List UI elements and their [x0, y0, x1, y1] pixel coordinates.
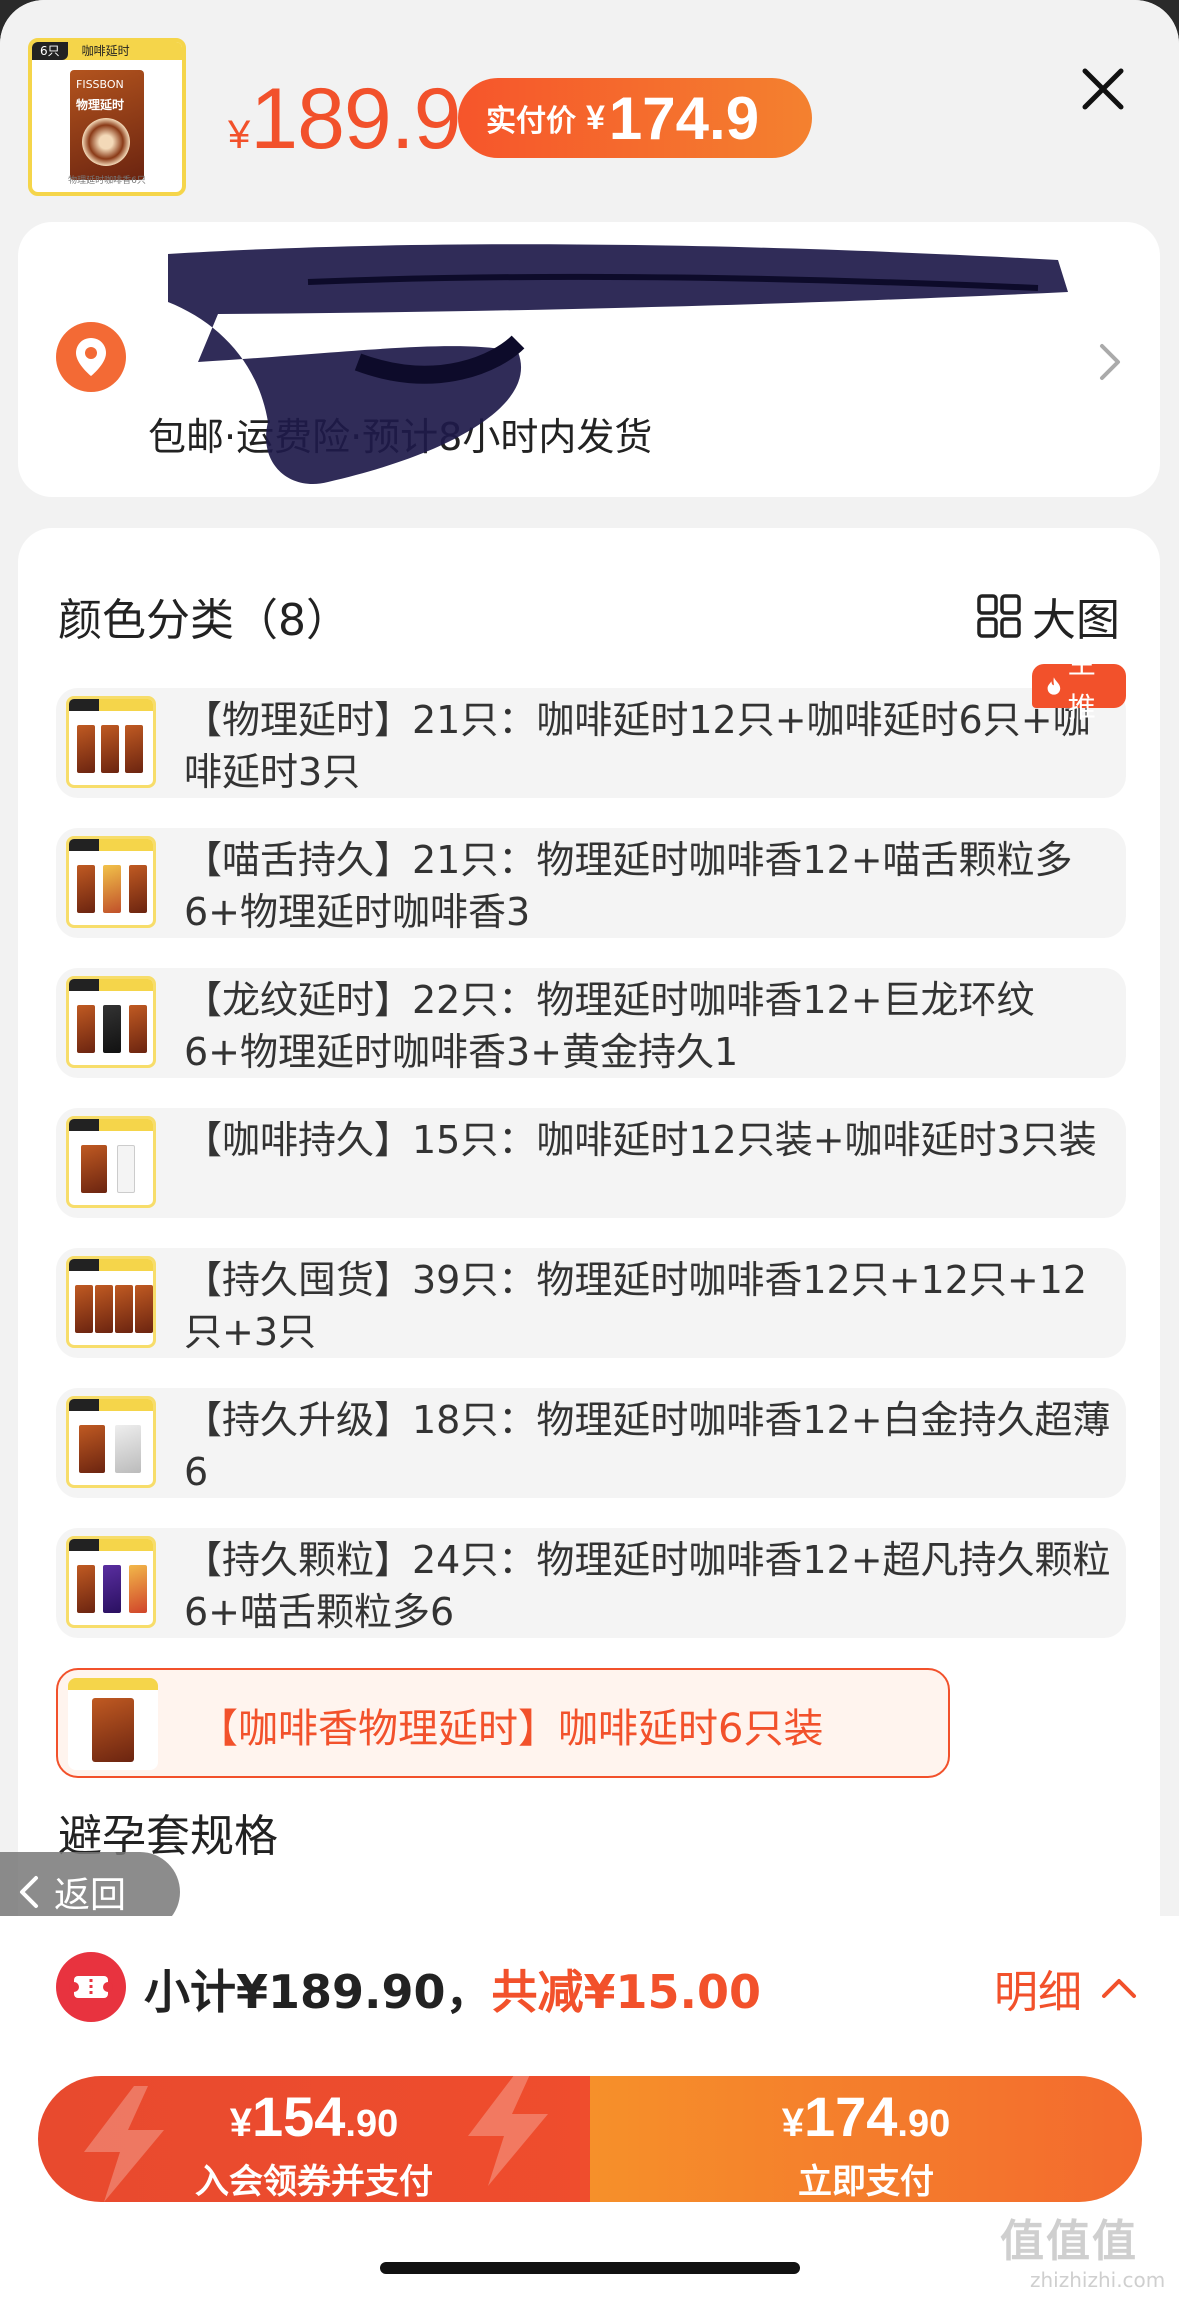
price-detail-label: 明细	[994, 1967, 1082, 2018]
thumbnail-tag-type: 咖啡延时	[81, 44, 130, 58]
location-pin-icon	[56, 322, 126, 392]
price-value: 189.9	[250, 71, 461, 167]
pay-now-integer: 174	[803, 2085, 898, 2148]
sku-option-label: 【咖啡香物理延时】咖啡延时6只装	[198, 1706, 824, 1752]
recommended-badge: 主推	[1032, 647, 1126, 724]
sku-options-card: 颜色分类（8） 大图 【物理延时】21只：咖啡延时12只+咖啡延时6只+咖啡延时…	[18, 528, 1160, 1928]
sku-option-label: 【持久囤货】39只：物理延时咖啡香12只+12只+12只+3只	[184, 1258, 1088, 1354]
sku-option-1[interactable]: 【物理延时】21只：咖啡延时12只+咖啡延时6只+咖啡延时3只 主推	[56, 647, 1126, 798]
sku-option-selected[interactable]: 【咖啡香物理延时】咖啡延时6只装	[56, 1668, 950, 1778]
chevron-up-icon	[1102, 1979, 1136, 1998]
sku-option-label: 【持久颗粒】24只：物理延时咖啡香12+超凡持久颗粒6+喵舌颗粒多6	[184, 1538, 1111, 1634]
member-pay-price: ¥154.90	[38, 2084, 590, 2149]
member-pay-button[interactable]: ¥154.90 入会领券并支付	[38, 2076, 590, 2202]
pay-now-label: 立即支付	[798, 2162, 934, 2202]
sku-option-label: 【物理延时】21只：咖啡延时12只+咖啡延时6只+咖啡延时3只	[184, 698, 1091, 794]
member-pay-currency: ¥	[229, 2101, 252, 2145]
sku-option-image	[66, 1256, 156, 1348]
watermark: 值值值	[1000, 2216, 1138, 2267]
product-thumbnail[interactable]: 6只 咖啡延时 FISSBON 物理延时 物理延时咖啡香6只	[28, 38, 186, 196]
chevron-right-icon	[1100, 344, 1120, 380]
address-card[interactable]: 包邮·运费险·预计8小时内发货	[18, 222, 1160, 497]
member-pay-integer: 154	[251, 2085, 346, 2148]
checkout-bar: 小计¥189.90，共减¥15.00 明细 ¥154.90 入会领券并支付 ¥1…	[0, 1916, 1179, 2302]
redaction-scribble	[168, 244, 1068, 484]
close-icon[interactable]	[1080, 66, 1126, 112]
thumbnail-tag-count: 6只	[32, 42, 68, 60]
big-image-label: 大图	[1032, 595, 1120, 646]
paid-price-pill: 实付价 ¥ 174.9	[458, 78, 812, 158]
back-label: 返回	[54, 1875, 127, 1916]
sheet-header: 6只 咖啡延时 FISSBON 物理延时 物理延时咖啡香6只 ¥189.9 实付…	[0, 0, 1179, 215]
paid-price-value: 174.9	[608, 84, 760, 152]
recommended-badge-label: 主推	[1067, 647, 1096, 724]
pay-now-decimal: .90	[897, 2103, 951, 2145]
subtotal-amount: 小计¥189.90，	[144, 1965, 492, 2019]
original-price: ¥189.9	[228, 70, 461, 169]
sku-option-label: 【咖啡持久】15只：咖啡延时12只装+咖啡延时3只装	[184, 1118, 1097, 1162]
sku-option-label: 【龙纹延时】22只：物理延时咖啡香12+巨龙环纹6+物理延时咖啡香3+黄金持久1	[184, 978, 1035, 1074]
color-category-title: 颜色分类（8）	[58, 595, 350, 646]
price-currency: ¥	[228, 113, 251, 157]
subtotal-text: 小计¥189.90，共减¥15.00	[144, 1956, 761, 2022]
flame-icon	[1047, 677, 1061, 695]
sku-option-label: 【持久升级】18只：物理延时咖啡香12+白金持久超薄6	[184, 1398, 1111, 1494]
pay-now-price: ¥174.90	[590, 2084, 1142, 2149]
sku-option-2[interactable]: 【喵舌持久】21只：物理延时咖啡香12+喵舌颗粒多6+物理延时咖啡香3	[56, 828, 1126, 938]
sku-option-4[interactable]: 【咖啡持久】15只：咖啡延时12只装+咖啡延时3只装	[56, 1108, 1126, 1218]
sku-option-label: 【喵舌持久】21只：物理延时咖啡香12+喵舌颗粒多6+物理延时咖啡香3	[184, 838, 1073, 934]
thumbnail-caption: 物理延时咖啡香6只	[68, 176, 146, 186]
paid-price-currency: ¥	[586, 98, 605, 137]
sku-option-image	[66, 696, 156, 788]
paid-price-label: 实付价	[486, 105, 576, 138]
sku-option-image	[66, 1396, 156, 1488]
product-sku-sheet: 6只 咖啡延时 FISSBON 物理延时 物理延时咖啡香6只 ¥189.9 实付…	[0, 0, 1179, 2302]
thumbnail-tag-bar: 6只 咖啡延时	[32, 42, 182, 60]
pay-now-currency: ¥	[781, 2101, 804, 2145]
sku-option-image	[68, 1678, 158, 1770]
sku-option-image	[66, 1536, 156, 1628]
grid-icon	[977, 594, 1021, 638]
big-image-toggle[interactable]: 大图	[976, 584, 1120, 648]
sku-option-5[interactable]: 【持久囤货】39只：物理延时咖啡香12只+12只+12只+3只	[56, 1248, 1126, 1358]
discount-amount: 共减¥15.00	[491, 1965, 762, 2019]
sku-option-3[interactable]: 【龙纹延时】22只：物理延时咖啡香12+巨龙环纹6+物理延时咖啡香3+黄金持久1	[56, 968, 1126, 1078]
sku-option-image	[66, 1116, 156, 1208]
thumbnail-product-name: 物理延时	[76, 98, 125, 112]
coupon-icon	[56, 1952, 126, 2022]
price-detail-button[interactable]: 明细	[994, 1956, 1138, 2020]
pay-buttons: ¥154.90 入会领券并支付 ¥174.90 立即支付	[38, 2076, 1142, 2202]
coffee-swirl-image	[82, 118, 130, 166]
sku-option-7[interactable]: 【持久颗粒】24只：物理延时咖啡香12+超凡持久颗粒6+喵舌颗粒多6	[56, 1528, 1126, 1638]
sku-option-image	[66, 836, 156, 928]
home-indicator	[380, 2262, 800, 2274]
watermark-url: zhizhizhi.com	[1030, 2268, 1166, 2292]
sku-option-image	[66, 976, 156, 1068]
member-pay-label: 入会领券并支付	[195, 2162, 433, 2202]
product-box-image: FISSBON 物理延时	[70, 70, 144, 180]
sku-option-6[interactable]: 【持久升级】18只：物理延时咖啡香12+白金持久超薄6	[56, 1388, 1126, 1498]
pay-now-button[interactable]: ¥174.90 立即支付	[590, 2076, 1142, 2202]
chevron-left-icon	[20, 1876, 38, 1908]
thumbnail-brand: FISSBON	[76, 78, 124, 91]
member-pay-decimal: .90	[345, 2103, 399, 2145]
shipping-info: 包邮·运费险·预计8小时内发货	[148, 415, 653, 459]
